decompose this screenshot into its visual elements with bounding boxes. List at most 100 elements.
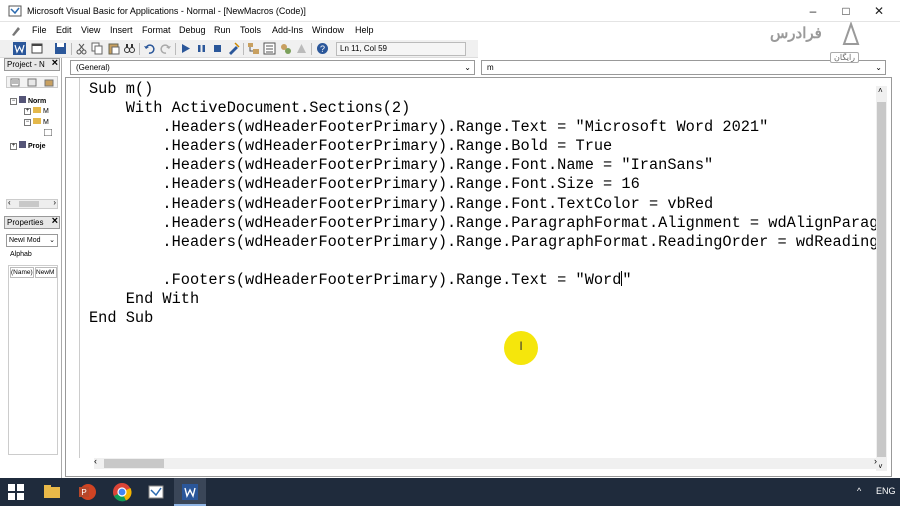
project-pane-title: Project - N (7, 60, 45, 69)
collapse-icon[interactable]: − (24, 118, 31, 126)
left-pane: Project - N × − Norm + M − M + Proje ‹ › … (0, 58, 62, 478)
property-value[interactable]: NewM (35, 267, 57, 278)
tree-node-newmacros[interactable] (43, 128, 53, 138)
language-indicator[interactable]: ENG (876, 486, 896, 496)
dropdown-arrow-icon[interactable]: ⌄ (49, 235, 55, 246)
vba-editor-taskbar-icon[interactable] (146, 482, 166, 502)
minimize-button[interactable]: – (797, 0, 829, 22)
object-combo[interactable]: (General) ⌄ (70, 60, 475, 75)
toggle-folders-icon[interactable] (44, 78, 54, 87)
menu-tools[interactable]: Tools (240, 25, 261, 35)
scroll-thumb[interactable] (877, 102, 886, 457)
save-icon[interactable] (54, 42, 67, 55)
watermark-text: فرادرس (770, 25, 822, 42)
copy-icon[interactable] (91, 42, 104, 55)
watermark-logo: فرادرس رایگان (770, 20, 860, 68)
insert-module-icon[interactable] (31, 42, 44, 55)
dropdown-arrow-icon[interactable]: ⌄ (875, 61, 882, 74)
code-line: .Headers(wdHeaderFooterPrimary).Range.Fo… (89, 156, 714, 175)
properties-grid: (Name) NewM (8, 265, 58, 455)
code-line: .Headers(wdHeaderFooterPrimary).Range.Te… (89, 118, 769, 137)
toolbar-separator (71, 43, 72, 55)
word-icon[interactable] (13, 42, 26, 55)
properties-tab-alphabetic[interactable]: Alphab (10, 251, 32, 258)
cut-icon[interactable] (75, 42, 88, 55)
menu-help[interactable]: Help (355, 25, 374, 35)
tree-node-normal[interactable]: − Norm (10, 96, 46, 105)
tray-chevron-icon[interactable]: ^ (857, 486, 861, 496)
tree-node-folder[interactable]: + M (24, 107, 49, 115)
break-icon[interactable] (195, 42, 208, 55)
view-code-icon[interactable] (10, 78, 20, 87)
maximize-button[interactable]: □ (830, 0, 862, 22)
menu-addins[interactable]: Add-Ins (272, 25, 303, 35)
toolbar-separator (175, 43, 176, 55)
code-window[interactable]: Sub m() With ActiveDocument.Sections(2) … (65, 77, 892, 477)
code-line: End Sub (89, 309, 154, 328)
find-icon[interactable] (123, 42, 136, 55)
menu-view[interactable]: View (81, 25, 100, 35)
properties-object-combo[interactable]: NewI Mod ⌄ (6, 234, 58, 247)
scroll-thumb[interactable] (19, 201, 39, 207)
expand-icon[interactable]: + (24, 107, 31, 115)
powerpoint-icon[interactable]: P (77, 482, 97, 502)
expand-icon[interactable]: + (10, 142, 17, 150)
scroll-left-icon[interactable]: ‹ (94, 456, 97, 466)
file-explorer-icon[interactable] (42, 482, 62, 502)
scroll-up-icon[interactable]: ˄ (878, 86, 883, 95)
code-line: .Footers(wdHeaderFooterPrimary).Range.Te… (89, 270, 622, 289)
object-browser-icon[interactable] (279, 42, 292, 55)
chrome-icon[interactable] (112, 482, 132, 502)
folder-icon (33, 118, 41, 124)
menu-format[interactable]: Format (142, 25, 171, 35)
project-explorer-icon[interactable] (247, 42, 260, 55)
scroll-right-icon[interactable]: › (874, 456, 877, 466)
property-key[interactable]: (Name) (10, 267, 34, 278)
module-icon (43, 128, 53, 137)
tree-node-project[interactable]: + Proje (10, 141, 45, 150)
run-icon[interactable] (179, 42, 192, 55)
undo-icon[interactable] (143, 42, 156, 55)
menu-file[interactable]: File (32, 25, 47, 35)
menu-run[interactable]: Run (214, 25, 231, 35)
vba-menu-icon[interactable] (10, 25, 22, 37)
paste-icon[interactable] (107, 42, 120, 55)
code-line: .Headers(wdHeaderFooterPrimary).Range.Bo… (89, 137, 613, 156)
close-icon[interactable]: × (52, 59, 58, 69)
code-line: .Headers(wdHeaderFooterPrimary).Range.Pa… (89, 232, 879, 251)
menu-edit[interactable]: Edit (56, 25, 72, 35)
properties-window-icon[interactable] (263, 42, 276, 55)
menu-window[interactable]: Window (312, 25, 344, 35)
reset-icon[interactable] (211, 42, 224, 55)
toolbar-separator (311, 43, 312, 55)
project-pane-header: Project - N × (4, 58, 60, 71)
tree-node-modules[interactable]: − M (24, 118, 49, 126)
dropdown-arrow-icon[interactable]: ⌄ (464, 61, 471, 74)
vertical-scrollbar[interactable]: ˄ ˅ (876, 86, 887, 471)
word-taskbar-button[interactable] (174, 478, 206, 506)
design-mode-icon[interactable] (227, 42, 240, 55)
windows-start-icon[interactable] (8, 484, 24, 500)
redo-icon[interactable] (159, 42, 172, 55)
properties-pane-header: Properties × (4, 216, 60, 229)
code-text[interactable]: Sub m() With ActiveDocument.Sections(2) … (89, 80, 879, 328)
project-pane-toolbar (6, 76, 58, 88)
help-icon[interactable]: ? (316, 42, 329, 55)
close-button[interactable]: ✕ (863, 0, 895, 22)
project-icon (19, 96, 26, 103)
view-object-icon[interactable] (27, 78, 37, 87)
horizontal-scrollbar[interactable]: ‹ › (94, 456, 879, 469)
scroll-right-icon[interactable]: › (53, 198, 56, 207)
vba-app-icon (8, 5, 22, 17)
toolbox-icon[interactable] (295, 42, 308, 55)
mouse-pointer-highlight: I (504, 331, 538, 365)
project-hscroll[interactable]: ‹ › (6, 198, 58, 209)
menu-insert[interactable]: Insert (110, 25, 133, 35)
scroll-left-icon[interactable]: ‹ (8, 198, 11, 207)
windows-taskbar: P ^ ENG (0, 478, 900, 506)
margin-indicator-bar[interactable] (66, 78, 80, 458)
menu-debug[interactable]: Debug (179, 25, 206, 35)
close-icon[interactable]: × (52, 217, 58, 227)
scroll-thumb[interactable] (104, 459, 164, 468)
collapse-icon[interactable]: − (10, 97, 17, 105)
